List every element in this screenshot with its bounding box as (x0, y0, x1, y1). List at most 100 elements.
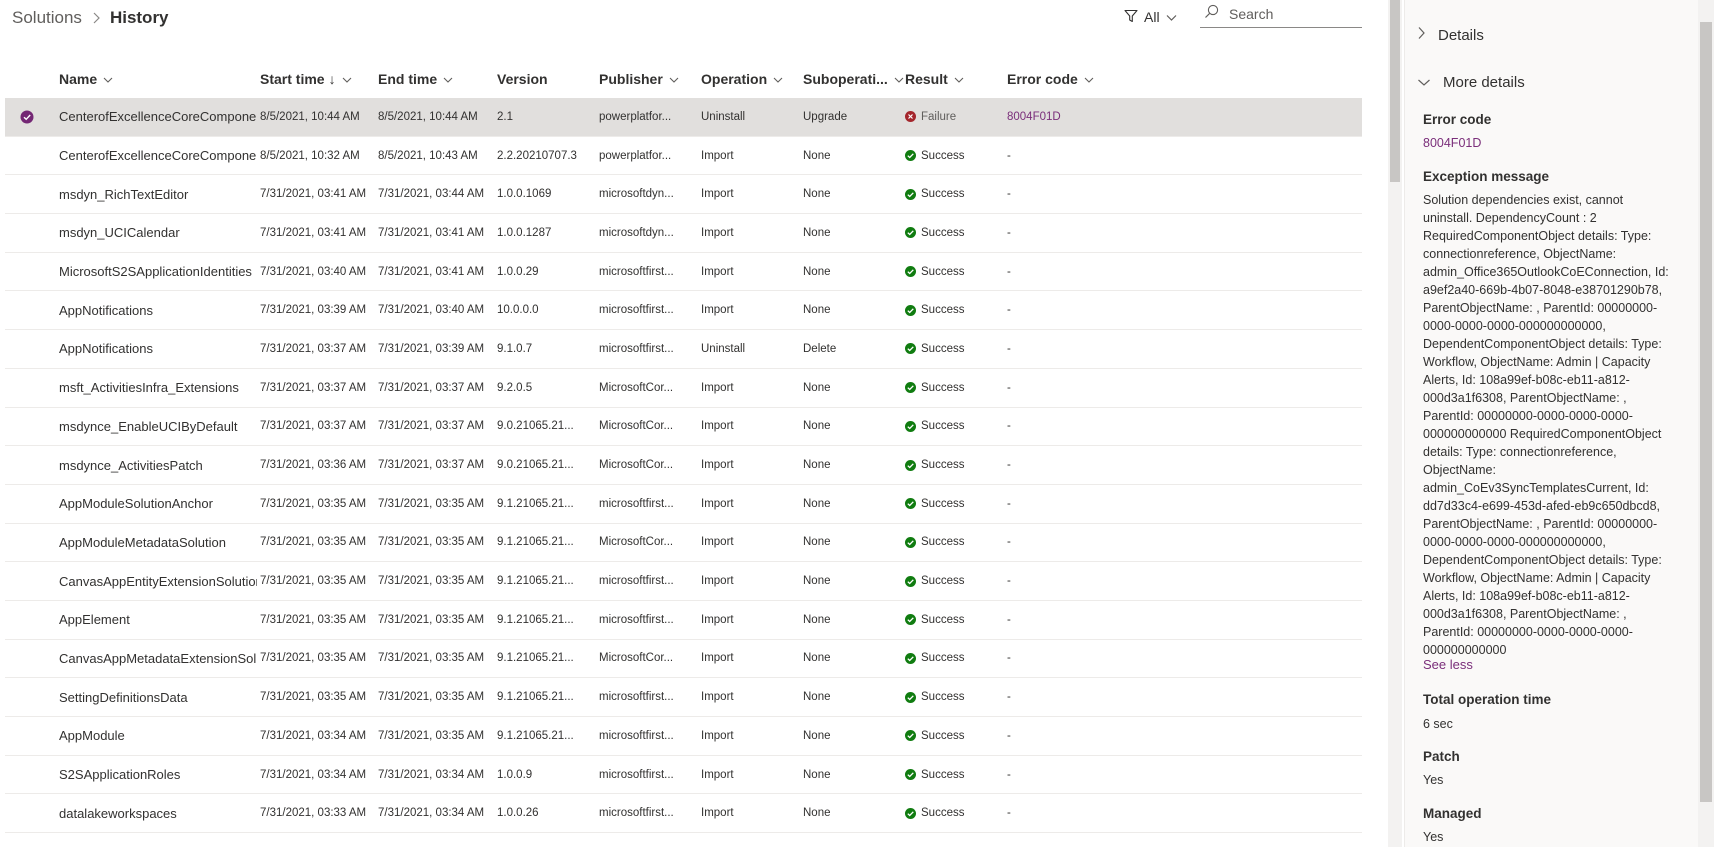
cell-start-time-text: 7/31/2021, 03:35 AM (260, 691, 367, 704)
column-header-operation[interactable]: Operation (701, 60, 783, 98)
table-row[interactable]: msft_ActivitiesInfra_Extensions 7/31/2021… (5, 369, 1362, 408)
more-details-section-toggle[interactable]: More details (1417, 74, 1525, 91)
result-label: Success (921, 226, 965, 239)
chevron-down-icon (773, 71, 783, 87)
cell-end-time: 7/31/2021, 03:41 AM (378, 214, 490, 252)
cell-suboperation: None (803, 717, 901, 755)
details-section-toggle[interactable]: Details (1417, 26, 1484, 44)
column-header-end-time[interactable]: End time (378, 60, 453, 98)
cell-end-time: 8/5/2021, 10:43 AM (378, 137, 490, 175)
cell-suboperation-text: None (803, 536, 831, 549)
cell-suboperation: Delete (803, 330, 901, 368)
table-row[interactable]: CanvasAppEntityExtensionSolution 7/31/202… (5, 562, 1362, 601)
breadcrumb-solutions-link[interactable]: Solutions (12, 8, 82, 28)
cell-version: 9.0.21065.21... (497, 408, 595, 446)
search-input[interactable] (1229, 5, 1349, 22)
column-header-result[interactable]: Result (905, 60, 964, 98)
cell-error-code-text: - (1007, 729, 1011, 742)
cell-name-text: S2SApplicationRoles (59, 767, 181, 783)
table-row[interactable]: msdyn_RichTextEditor 7/31/2021, 03:41 AM 7… (5, 175, 1362, 215)
cell-start-time: 7/31/2021, 03:40 AM (260, 253, 372, 291)
cell-start-time-text: 8/5/2021, 10:32 AM (260, 149, 360, 162)
table-row[interactable]: AppModuleSolutionAnchor 7/31/2021, 03:35 … (5, 485, 1362, 524)
search-box[interactable] (1200, 0, 1362, 28)
cell-error-code: - (1007, 214, 1105, 252)
cell-suboperation-text: None (803, 768, 831, 781)
cell-error-code-text: 8004F01D (1007, 110, 1061, 123)
cell-start-time-text: 7/31/2021, 03:37 AM (260, 381, 367, 394)
cell-error-code: - (1007, 524, 1105, 562)
column-header-error-code[interactable]: Error code (1007, 60, 1094, 98)
cell-start-time: 7/31/2021, 03:33 AM (260, 794, 372, 832)
cell-suboperation: None (803, 291, 901, 329)
result-label: Success (921, 536, 965, 549)
cell-suboperation-text: Upgrade (803, 110, 848, 123)
table-row[interactable]: AppNotifications 7/31/2021, 03:39 AM 7/31/… (5, 291, 1362, 331)
grid-scrollbar-thumb[interactable] (1390, 0, 1400, 182)
cell-operation-text: Import (701, 265, 734, 278)
error-code-value[interactable]: 8004F01D (1423, 134, 1673, 152)
table-row[interactable]: datalakeworkspaces 7/31/2021, 03:33 AM 7/3… (5, 794, 1362, 834)
table-row[interactable]: msdynce_ActivitiesPatch 7/31/2021, 03:36 … (5, 446, 1362, 485)
checkmark-circle-icon (905, 652, 916, 664)
row-selected-check-icon[interactable] (20, 98, 34, 136)
table-row[interactable]: AppModuleMetadataSolution 7/31/2021, 03:3… (5, 524, 1362, 563)
chevron-down-icon (669, 71, 679, 87)
cell-publisher-text: microsoftfirst... (599, 613, 674, 626)
table-row[interactable]: CenterofExcellenceCoreComponents 8/5/2021… (5, 137, 1362, 176)
cell-error-code[interactable]: 8004F01D (1007, 98, 1105, 136)
column-header-publisher[interactable]: Publisher (599, 60, 679, 98)
cell-operation: Import (701, 678, 799, 716)
cell-start-time-text: 7/31/2021, 03:39 AM (260, 304, 367, 317)
cell-publisher: microsoftfirst... (599, 485, 697, 523)
table-row[interactable]: CenterofExcellenceCoreComponents 8/5/2021… (5, 98, 1362, 137)
table-row[interactable]: SettingDefinitionsData 7/31/2021, 03:35 A… (5, 678, 1362, 717)
cell-error-code: - (1007, 485, 1105, 523)
cell-start-time: 7/31/2021, 03:41 AM (260, 175, 372, 213)
cell-start-time-text: 7/31/2021, 03:35 AM (260, 652, 367, 665)
table-row[interactable]: AppModule 7/31/2021, 03:34 AM 7/31/2021, 0… (5, 717, 1362, 756)
cell-version-text: 9.1.21065.21... (497, 613, 574, 626)
cell-version: 9.1.21065.21... (497, 640, 595, 678)
grid-body: CenterofExcellenceCoreComponents 8/5/2021… (5, 98, 1362, 834)
cell-name-text: AppModuleSolutionAnchor (59, 496, 213, 512)
table-row[interactable]: MicrosoftS2SApplicationIdentities 7/31/20… (5, 253, 1362, 292)
cell-end-time: 7/31/2021, 03:35 AM (378, 717, 490, 755)
cell-start-time: 7/31/2021, 03:37 AM (260, 408, 372, 446)
cell-start-time: 7/31/2021, 03:41 AM (260, 214, 372, 252)
cell-start-time-text: 7/31/2021, 03:35 AM (260, 575, 367, 588)
cell-name: msft_ActivitiesInfra_Extensions (59, 369, 257, 407)
cell-error-code: - (1007, 446, 1105, 484)
table-row[interactable]: CanvasAppMetadataExtensionSolutior7/31/2… (5, 640, 1362, 679)
cell-suboperation-text: None (803, 304, 831, 317)
cell-start-time: 8/5/2021, 10:44 AM (260, 98, 372, 136)
filter-dropdown[interactable]: All (1124, 5, 1183, 29)
table-row[interactable]: AppElement 7/31/2021, 03:35 AM 7/31/2021, … (5, 601, 1362, 640)
table-row[interactable]: AppNotifications 7/31/2021, 03:37 AM 7/31/… (5, 330, 1362, 369)
cell-end-time-text: 7/31/2021, 03:39 AM (378, 342, 485, 355)
checkmark-circle-icon (905, 498, 916, 510)
cell-name-text: AppModuleMetadataSolution (59, 534, 226, 550)
cell-end-time-text: 7/31/2021, 03:41 AM (378, 226, 485, 239)
cell-end-time-text: 7/31/2021, 03:37 AM (378, 420, 485, 433)
cell-error-code: - (1007, 369, 1105, 407)
cell-suboperation: None (803, 408, 901, 446)
column-header-name[interactable]: Name (59, 60, 113, 98)
cell-error-code-text: - (1007, 497, 1011, 510)
cell-version-text: 2.2.20210707.3 (497, 149, 577, 162)
cell-suboperation: None (803, 601, 901, 639)
table-row[interactable]: msdyn_UCICalendar 7/31/2021, 03:41 AM 7/31… (5, 214, 1362, 253)
column-header-start-time[interactable]: Start time ↓ (260, 60, 352, 98)
error-circle-icon (905, 111, 916, 123)
table-row[interactable]: msdynce_EnableUCIByDefault 7/31/2021, 03:… (5, 408, 1362, 447)
cell-start-time-text: 7/31/2021, 03:35 AM (260, 497, 367, 510)
table-row[interactable]: S2SApplicationRoles 7/31/2021, 03:34 AM 7/… (5, 756, 1362, 795)
cell-suboperation-text: None (803, 265, 831, 278)
cell-publisher-text: microsoftfirst... (599, 768, 674, 781)
panel-scrollbar-thumb[interactable] (1700, 22, 1712, 802)
column-header-version[interactable]: Version (497, 60, 548, 98)
cell-start-time: 7/31/2021, 03:35 AM (260, 678, 372, 716)
see-less-link[interactable]: See less (1423, 657, 1473, 672)
column-header-suboperation[interactable]: Suboperati... (803, 60, 904, 98)
cell-version: 9.1.21065.21... (497, 678, 595, 716)
